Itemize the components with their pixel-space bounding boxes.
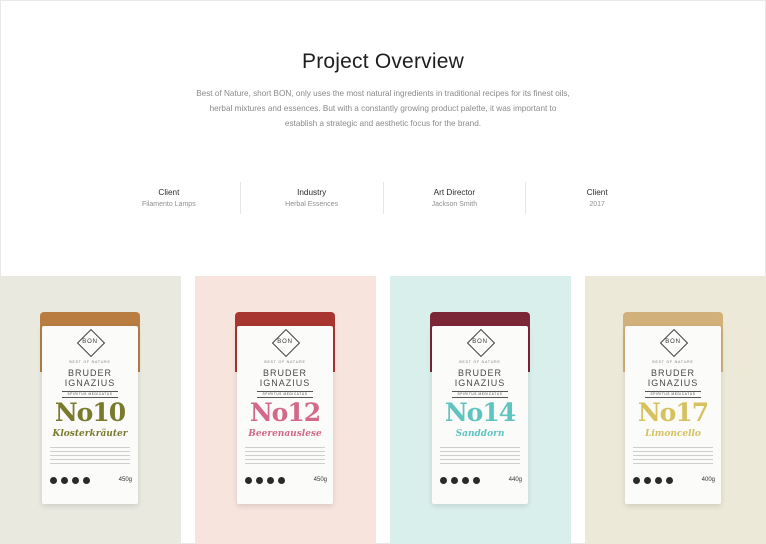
product-weight: 400g: [701, 477, 715, 483]
meta-client: Client Filamento Lamps: [98, 182, 240, 214]
brand-tagline: BEST OF NATURE: [652, 360, 694, 364]
ingredient-text: [633, 444, 713, 474]
product-image-no17[interactable]: BON BEST OF NATURE BRUDER IGNAZIUS SPIRI…: [585, 276, 766, 544]
project-description: Best of Nature, short BON, only uses the…: [196, 89, 570, 128]
product-label: BON BEST OF NATURE BRUDER IGNAZIUS SPIRI…: [432, 326, 528, 504]
product-variety: Beerenauslese: [248, 429, 322, 439]
product-name: BRUDER IGNAZIUS: [64, 368, 116, 388]
brand-name: BON: [82, 339, 98, 345]
product-variety: Limoncello: [645, 429, 701, 439]
product-number: No10: [54, 398, 126, 427]
product-bag: BON BEST OF NATURE BRUDER IGNAZIUS SPIRI…: [430, 312, 530, 504]
ingredient-text: [50, 444, 130, 474]
product-number: No14: [444, 398, 516, 427]
project-meta: Client Filamento Lamps Industry Herbal E…: [98, 182, 668, 214]
product-weight: 450g: [313, 477, 327, 483]
meta-label: Art Director: [433, 188, 476, 197]
product-bag: BON BEST OF NATURE BRUDER IGNAZIUS SPIRI…: [235, 312, 335, 504]
product-name: BRUDER IGNAZIUS: [454, 368, 506, 388]
meta-label: Client: [586, 188, 608, 197]
meta-label: Client: [158, 188, 180, 197]
product-image-no12[interactable]: BON BEST OF NATURE BRUDER IGNAZIUS SPIRI…: [195, 276, 376, 544]
page-title: Project Overview: [302, 50, 464, 73]
product-weight: 440g: [508, 477, 522, 483]
product-number: No17: [637, 398, 709, 427]
brand-name: BON: [665, 339, 681, 345]
brand-name: BON: [277, 339, 293, 345]
product-label: BON BEST OF NATURE BRUDER IGNAZIUS SPIRI…: [237, 326, 333, 504]
product-subtitle: SPIRITUS MEDICATUS: [452, 391, 508, 398]
product-image-no10[interactable]: BON BEST OF NATURE BRUDER IGNAZIUS SPIRI…: [0, 276, 181, 544]
product-variety: Sanddorn: [455, 429, 505, 439]
product-bag: BON BEST OF NATURE BRUDER IGNAZIUS SPIRI…: [40, 312, 140, 504]
product-name: BRUDER IGNAZIUS: [647, 368, 699, 388]
brand-tagline: BEST OF NATURE: [459, 360, 501, 364]
product-image-no14[interactable]: BON BEST OF NATURE BRUDER IGNAZIUS SPIRI…: [390, 276, 571, 544]
product-gallery: BON BEST OF NATURE BRUDER IGNAZIUS SPIRI…: [0, 276, 766, 544]
product-label: BON BEST OF NATURE BRUDER IGNAZIUS SPIRI…: [42, 326, 138, 504]
meta-art-director: Art Director Jackson Smith: [382, 182, 526, 214]
product-weight: 450g: [118, 477, 132, 483]
brand-tagline: BEST OF NATURE: [264, 360, 306, 364]
meta-value: Filamento Lamps: [142, 201, 196, 208]
brand-name: BON: [472, 339, 488, 345]
meta-label: Industry: [297, 188, 327, 197]
product-subtitle: SPIRITUS MEDICATUS: [62, 391, 118, 398]
product-variety: Klosterkräuter: [52, 429, 128, 439]
meta-year: Client 2017: [525, 182, 668, 214]
product-number: No12: [249, 398, 321, 427]
meta-value: Jackson Smith: [431, 201, 478, 208]
product-name: BRUDER IGNAZIUS: [259, 368, 311, 388]
meta-value: Herbal Essences: [285, 201, 339, 208]
meta-value: 2017: [589, 201, 605, 208]
product-subtitle: SPIRITUS MEDICATUS: [645, 391, 701, 398]
product-subtitle: SPIRITUS MEDICATUS: [257, 391, 313, 398]
product-bag: BON BEST OF NATURE BRUDER IGNAZIUS SPIRI…: [623, 312, 723, 504]
ingredient-text: [245, 444, 325, 474]
brand-tagline: BEST OF NATURE: [69, 360, 111, 364]
meta-industry: Industry Herbal Essences: [239, 182, 383, 214]
product-label: BON BEST OF NATURE BRUDER IGNAZIUS SPIRI…: [625, 326, 721, 504]
ingredient-text: [440, 444, 520, 474]
